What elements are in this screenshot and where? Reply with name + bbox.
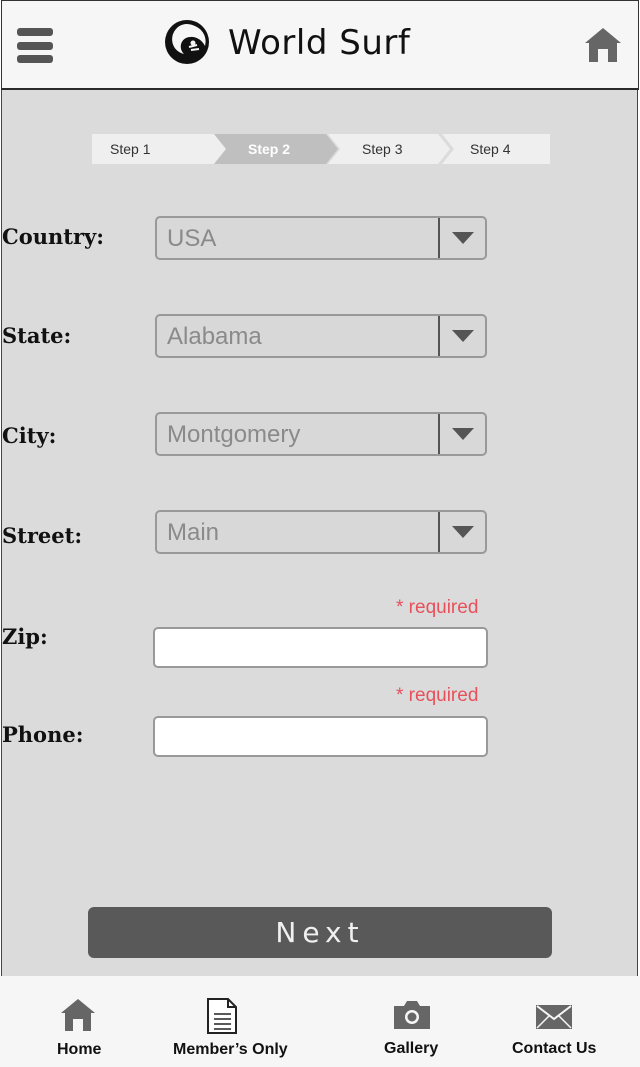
city-value: Montgomery xyxy=(167,421,301,448)
city-select[interactable]: Montgomery xyxy=(155,412,487,456)
country-select[interactable]: USA xyxy=(155,216,487,260)
document-icon xyxy=(207,998,237,1034)
wave-surfer-logo xyxy=(165,20,209,64)
step-1-label: Step 1 xyxy=(110,141,151,157)
next-button[interactable]: Next xyxy=(88,907,552,958)
home-icon[interactable] xyxy=(584,27,622,63)
city-label: City: xyxy=(2,423,57,448)
country-label: Country: xyxy=(2,224,104,249)
nav-gallery[interactable]: Gallery xyxy=(372,976,452,1067)
zip-required-note: * required xyxy=(396,597,479,618)
step-2-label: Step 2 xyxy=(248,141,291,157)
step-2-active[interactable]: Step 2 xyxy=(214,134,338,164)
hamburger-menu-icon[interactable] xyxy=(17,28,53,64)
nav-contact-us[interactable]: Contact Us xyxy=(500,976,610,1067)
phone-input[interactable] xyxy=(153,716,488,757)
envelope-icon xyxy=(536,1005,572,1029)
state-select[interactable]: Alabama xyxy=(155,314,487,358)
home-icon xyxy=(61,999,95,1031)
top-header: World Surf xyxy=(1,0,639,90)
chevron-down-icon[interactable] xyxy=(438,316,485,356)
nav-gallery-label: Gallery xyxy=(384,1040,439,1057)
chevron-down-icon[interactable] xyxy=(438,512,485,552)
state-value: Alabama xyxy=(167,323,262,350)
chevron-down-icon[interactable] xyxy=(438,218,485,258)
zip-label: Zip: xyxy=(2,624,48,649)
step-progress: Step 1 Step 2 Step 3 Step 4 xyxy=(92,134,550,164)
step-4-label: Step 4 xyxy=(470,141,511,157)
address-form-screen: Step 1 Step 2 Step 3 Step 4 Country: USA… xyxy=(1,90,638,976)
bottom-nav: Home Member’s Only Gallery Contact Us xyxy=(0,976,640,1067)
street-value: Main xyxy=(167,519,220,546)
nav-members-only[interactable]: Member’s Only xyxy=(165,976,290,1067)
state-label: State: xyxy=(2,323,72,348)
camera-icon xyxy=(394,1001,430,1029)
phone-label: Phone: xyxy=(2,722,84,747)
step-4[interactable]: Step 4 xyxy=(442,134,550,164)
app-title: World Surf xyxy=(228,23,411,63)
nav-home-label: Home xyxy=(57,1041,102,1058)
nav-home[interactable]: Home xyxy=(40,976,120,1067)
step-1[interactable]: Step 1 xyxy=(92,134,226,164)
chevron-down-icon[interactable] xyxy=(438,414,485,454)
street-select[interactable]: Main xyxy=(155,510,487,554)
step-3-label: Step 3 xyxy=(362,141,403,157)
zip-input[interactable] xyxy=(153,627,488,668)
nav-contact-us-label: Contact Us xyxy=(512,1040,597,1057)
street-label: Street: xyxy=(2,523,83,548)
nav-members-only-label: Member’s Only xyxy=(173,1041,288,1058)
country-value: USA xyxy=(167,225,217,252)
app-frame: World Surf Step 1 Step 2 Step 3 Step 4 C… xyxy=(0,0,640,1067)
step-3[interactable]: Step 3 xyxy=(328,134,450,164)
phone-required-note: * required xyxy=(396,685,479,706)
